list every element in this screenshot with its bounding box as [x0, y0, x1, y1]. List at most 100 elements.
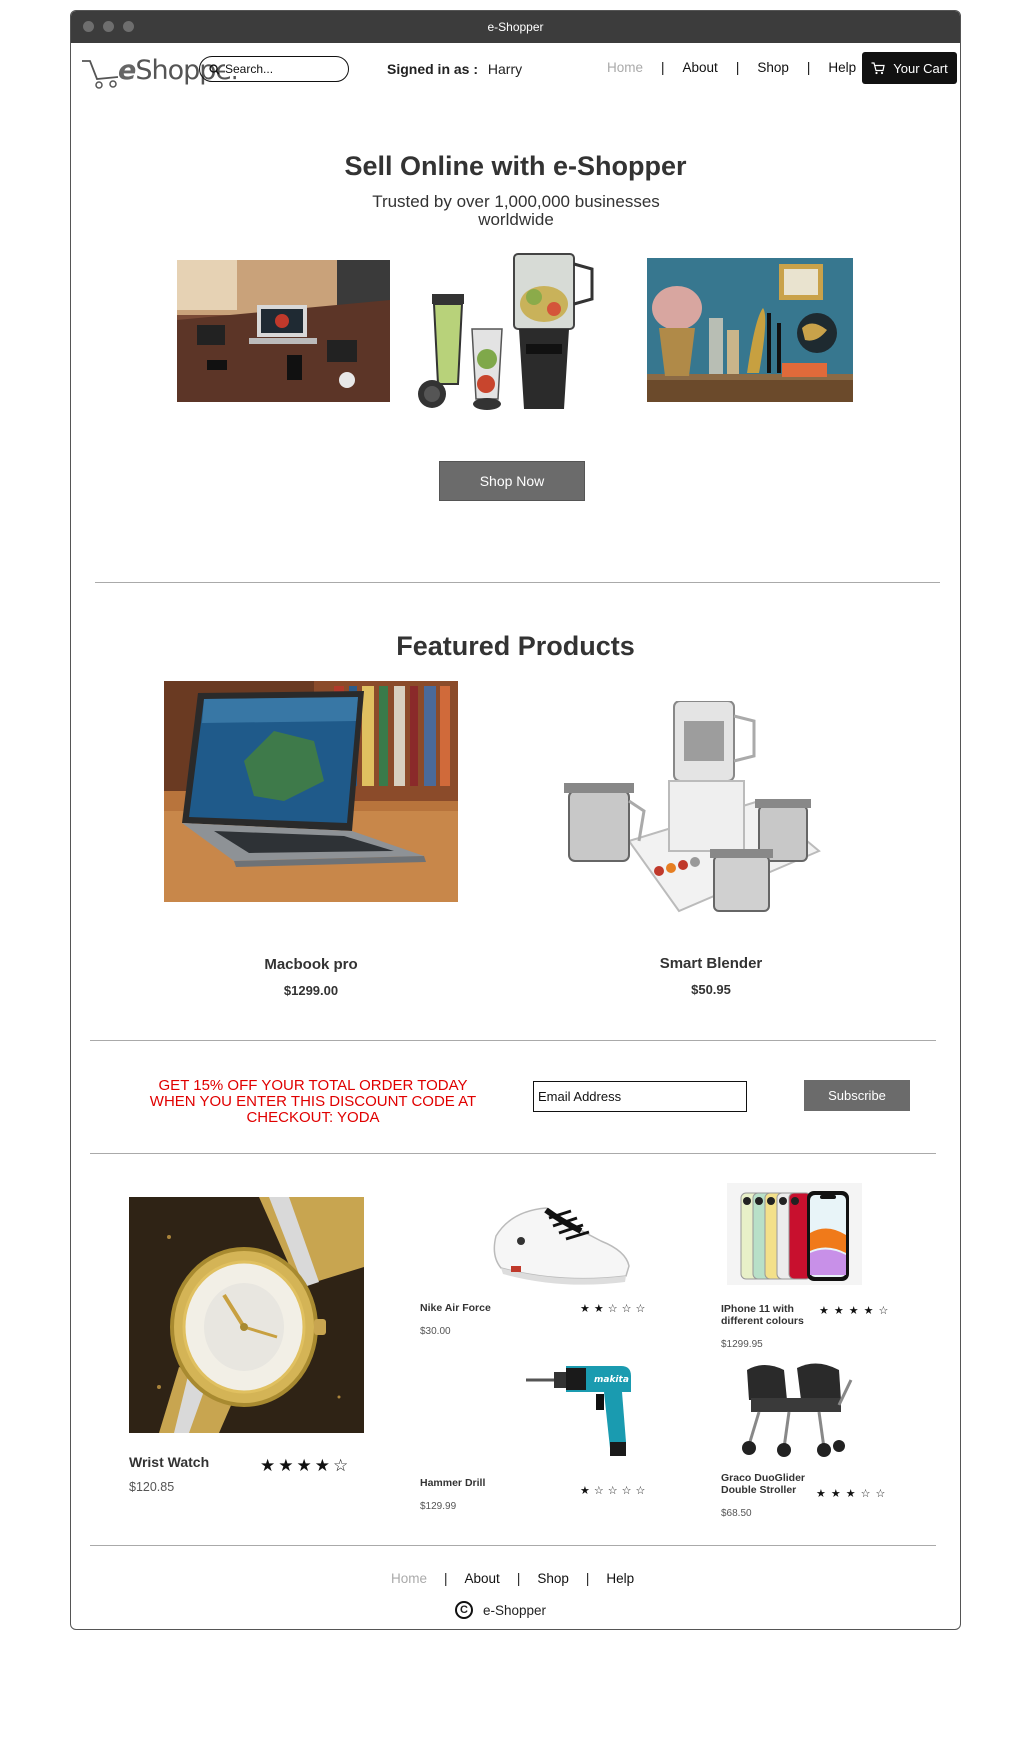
copyright-icon: C [455, 1601, 473, 1619]
iphone-colours-photo [727, 1183, 862, 1285]
window-minimize-dot[interactable] [103, 21, 114, 32]
copyright: C e-Shopper [455, 1601, 546, 1619]
cart-logo-icon [82, 60, 119, 89]
section-divider [95, 582, 940, 583]
footer-help-link[interactable]: Help [606, 1571, 634, 1586]
product-name: IPhone 11 with different colours [721, 1303, 804, 1327]
product-price: $120.85 [129, 1480, 175, 1494]
product-name: Graco DuoGlider Double Stroller [721, 1472, 806, 1496]
star-empty-icon: ☆ [875, 1488, 886, 1500]
nav-help-link[interactable]: Help [828, 60, 856, 75]
footer-separator: | [444, 1571, 448, 1586]
star-filled-icon: ★ [580, 1485, 590, 1497]
star-rating: ★ ★ ★ ★ ☆ [819, 1304, 888, 1317]
search-icon [209, 63, 220, 75]
product-price: $1299.95 [721, 1339, 763, 1350]
star-empty-icon: ☆ [621, 1303, 632, 1315]
nav-separator: | [661, 60, 665, 75]
featured-product-name: Macbook pro [264, 956, 358, 973]
star-filled-icon: ★ [848, 1305, 859, 1317]
star-filled-icon: ★ [819, 1305, 829, 1317]
star-filled-icon: ★ [593, 1303, 604, 1315]
featured-products-title: Featured Products [396, 631, 635, 661]
nav-separator: | [806, 60, 811, 75]
product-price: $30.00 [420, 1326, 451, 1337]
star-rating: ★ ★ ☆ ☆ ☆ [580, 1302, 645, 1315]
window-close-dot[interactable] [83, 21, 94, 32]
star-rating: ★ ★ ★ ☆ ☆ [816, 1487, 885, 1500]
hero-title: Sell Online with e-Shopper [344, 151, 687, 181]
desk-workspace-photo [177, 260, 390, 402]
star-filled-icon: ★ [830, 1488, 841, 1500]
your-cart-label: Your Cart [893, 60, 948, 76]
mixer-grinder-photo [564, 701, 821, 913]
nav-separator: | [735, 60, 740, 75]
nav-home-link[interactable]: Home [607, 60, 643, 75]
star-empty-icon: ☆ [878, 1305, 889, 1317]
nav-shop-link[interactable]: Shop [757, 60, 789, 75]
email-field[interactable] [533, 1081, 747, 1112]
wrist-watch-photo [129, 1197, 364, 1433]
star-empty-icon: ☆ [860, 1488, 871, 1500]
star-filled-icon: ★ [580, 1303, 590, 1315]
star-empty-icon: ☆ [607, 1303, 618, 1315]
featured-product-price: $50.95 [691, 982, 731, 997]
shop-now-button[interactable]: Shop Now [439, 461, 585, 501]
star-empty-icon: ☆ [635, 1303, 646, 1315]
star-rating: ★ ★ ★ ★ ☆ [260, 1456, 348, 1476]
star-filled-icon: ★ [816, 1488, 826, 1500]
macbook-photo [164, 681, 458, 902]
star-empty-icon: ☆ [607, 1485, 618, 1497]
star-rating: ★ ☆ ☆ ☆ ☆ [580, 1484, 645, 1497]
featured-product-price: $1299.00 [283, 983, 339, 998]
subscribe-button[interactable]: Subscribe [804, 1080, 910, 1111]
sneaker-photo [493, 1207, 630, 1285]
hero-subtitle: Trusted by over 1,000,000 businesses wor… [372, 192, 660, 229]
star-empty-icon: ☆ [333, 1456, 349, 1475]
product-name: Hammer Drill [420, 1477, 486, 1489]
search-box[interactable] [199, 56, 349, 82]
double-stroller-photo [742, 1363, 853, 1457]
star-filled-icon: ★ [278, 1456, 294, 1475]
star-empty-icon: ☆ [635, 1485, 646, 1497]
star-empty-icon: ☆ [593, 1485, 604, 1497]
discount-promo-text: GET 15% OFF YOUR TOTAL ORDER TODAY WHEN … [149, 1077, 477, 1126]
home-decor-shelf-photo [647, 258, 853, 402]
nav-links: Home | About | Shop | Help [607, 60, 856, 75]
search-input[interactable] [225, 62, 335, 76]
svg-text:makita: makita [594, 1375, 629, 1385]
browser-window: e-Shopper eShopper Signed in as : Harry … [70, 10, 961, 1630]
star-filled-icon: ★ [863, 1305, 874, 1317]
star-filled-icon: ★ [296, 1456, 312, 1475]
blender-set-photo [418, 253, 594, 410]
footer-links: Home | About | Shop | Help [391, 1571, 634, 1586]
footer-about-link[interactable]: About [465, 1571, 500, 1586]
signed-in-info: Signed in as : Harry [387, 61, 522, 77]
copyright-brand: e-Shopper [483, 1602, 547, 1618]
footer-separator: | [585, 1571, 590, 1586]
window-maximize-dot[interactable] [123, 21, 134, 32]
cart-icon [871, 61, 886, 74]
signed-in-user: Harry [487, 61, 523, 77]
footer-home-link[interactable]: Home [391, 1571, 427, 1586]
footer-separator: | [516, 1571, 521, 1586]
navbar: eShopper Signed in as : Harry Home | Abo… [71, 43, 960, 99]
footer-shop-link[interactable]: Shop [537, 1571, 569, 1586]
section-divider [90, 1040, 936, 1041]
nav-about-link[interactable]: About [683, 60, 718, 75]
section-divider [90, 1545, 936, 1546]
star-filled-icon: ★ [260, 1456, 276, 1475]
star-filled-icon: ★ [314, 1456, 330, 1475]
window-titlebar: e-Shopper [71, 11, 960, 43]
your-cart-button[interactable]: Your Cart [862, 52, 957, 84]
product-price: $68.50 [721, 1508, 752, 1519]
star-empty-icon: ☆ [621, 1485, 632, 1497]
star-filled-icon: ★ [845, 1488, 856, 1500]
star-filled-icon: ★ [833, 1305, 844, 1317]
section-divider [90, 1153, 936, 1154]
logo[interactable]: eShopper [80, 53, 242, 91]
product-name: Wrist Watch [129, 1454, 210, 1470]
featured-product-name: Smart Blender [659, 955, 763, 972]
product-name: Nike Air Force [420, 1302, 491, 1314]
product-price: $129.99 [420, 1501, 457, 1512]
